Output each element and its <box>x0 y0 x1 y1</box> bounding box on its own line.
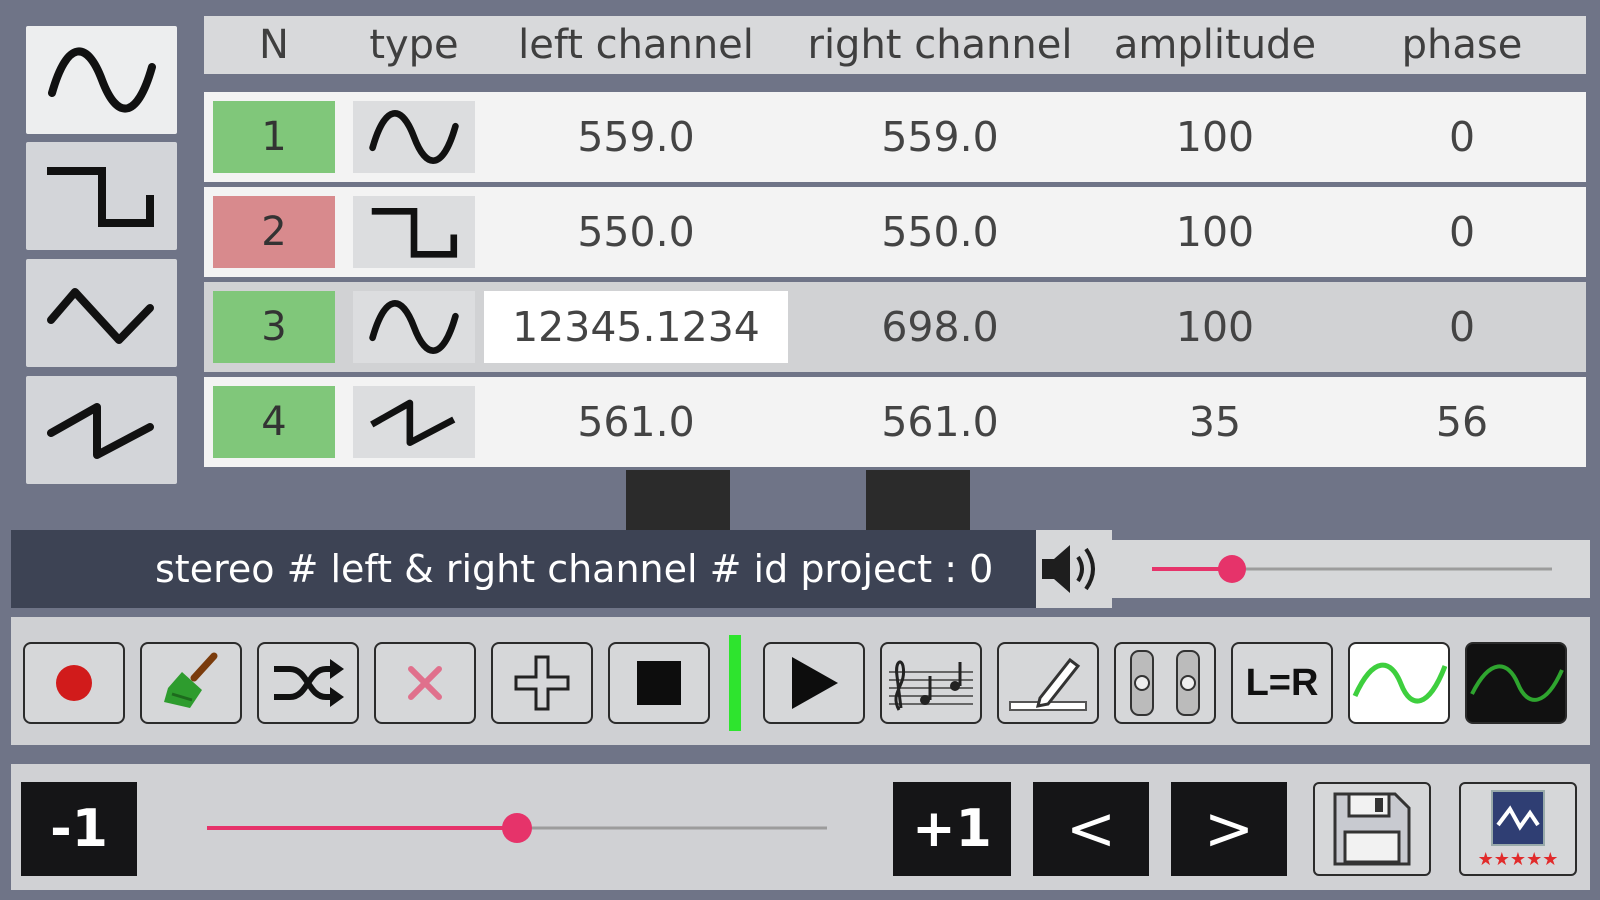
left-channel-cell[interactable]: 559.0 <box>484 113 788 161</box>
music-button[interactable] <box>880 642 982 724</box>
waveform-sawtooth-button[interactable] <box>26 376 177 484</box>
next-button[interactable]: > <box>1171 782 1287 876</box>
add-icon <box>514 655 570 711</box>
row-type-button[interactable] <box>353 291 475 363</box>
waveform-sine-button[interactable] <box>26 26 177 134</box>
lr-equal-button[interactable]: L=R <box>1231 642 1333 724</box>
table-header: N type left channel right channel amplit… <box>204 16 1586 74</box>
waveform-dark-button[interactable] <box>1465 642 1567 724</box>
sine-wave-icon <box>369 110 459 164</box>
waveform-triangle-button[interactable] <box>26 259 177 367</box>
table-row[interactable]: 4 561.0 561.0 35 56 <box>204 377 1586 467</box>
sawtooth-wave-icon <box>370 399 456 447</box>
rate-app-icon: ★★★★★ <box>1478 790 1559 870</box>
phase-cell[interactable]: 0 <box>1338 113 1586 161</box>
stop-button[interactable] <box>608 642 710 724</box>
status-text: stereo # left & right channel # id proje… <box>155 547 994 591</box>
volume-slider[interactable] <box>1112 540 1590 598</box>
background-decoration <box>626 470 730 530</box>
lr-sliders-icon <box>1130 650 1200 716</box>
header-type: type <box>369 22 459 68</box>
amplitude-cell[interactable]: 100 <box>1092 303 1338 351</box>
shuffle-icon <box>274 659 344 707</box>
shuffle-button[interactable] <box>257 642 359 724</box>
svg-text:★★★★★: ★★★★★ <box>1478 849 1559 870</box>
phase-cell[interactable]: 0 <box>1338 208 1586 256</box>
increment-button[interactable]: +1 <box>893 782 1011 876</box>
header-n: N <box>259 22 289 68</box>
delete-icon <box>408 666 442 700</box>
edit-button[interactable] <box>997 642 1099 724</box>
header-right-channel: right channel <box>807 22 1073 68</box>
volume-button[interactable] <box>1036 530 1112 608</box>
amplitude-cell[interactable]: 35 <box>1092 398 1338 446</box>
bottom-bar: -1 +1 < > ★★★★★ <box>11 764 1590 890</box>
play-icon <box>792 657 838 709</box>
right-channel-cell[interactable]: 559.0 <box>788 113 1092 161</box>
header-phase: phase <box>1401 22 1523 68</box>
header-amplitude: amplitude <box>1113 22 1317 68</box>
pencil-icon <box>1009 657 1087 711</box>
speaker-icon <box>1042 545 1095 593</box>
table-row-selected[interactable]: 3 12345.1234 698.0 100 0 <box>204 282 1586 372</box>
l-equals-r-icon: L=R <box>1245 661 1319 704</box>
save-button[interactable] <box>1313 782 1431 876</box>
status-bar: stereo # left & right channel # id proje… <box>11 530 1036 608</box>
save-icon <box>1333 792 1411 866</box>
position-slider-thumb[interactable] <box>502 813 532 843</box>
left-channel-cell[interactable]: 550.0 <box>484 208 788 256</box>
header-left-channel: left channel <box>518 22 754 68</box>
row-number-badge[interactable]: 2 <box>213 196 335 268</box>
row-number-badge[interactable]: 3 <box>213 291 335 363</box>
amplitude-cell[interactable]: 100 <box>1092 113 1338 161</box>
row-type-button[interactable] <box>353 386 475 458</box>
record-button[interactable] <box>23 642 125 724</box>
square-wave-icon <box>371 207 458 258</box>
triangle-wave-icon <box>46 288 154 344</box>
volume-slider-panel <box>1112 540 1590 598</box>
table-row[interactable]: 1 559.0 559.0 100 0 <box>204 92 1586 182</box>
right-channel-cell[interactable]: 698.0 <box>788 303 1092 351</box>
phase-cell[interactable]: 0 <box>1338 303 1586 351</box>
background-decoration <box>866 470 970 530</box>
right-channel-cell[interactable]: 561.0 <box>788 398 1092 446</box>
phase-cell[interactable]: 56 <box>1338 398 1586 446</box>
active-indicator <box>729 635 741 731</box>
channel-sliders-button[interactable] <box>1114 642 1216 724</box>
toolbar: L=R <box>11 617 1590 745</box>
row-type-button[interactable] <box>353 101 475 173</box>
row-number-badge[interactable]: 4 <box>213 386 335 458</box>
right-channel-cell[interactable]: 550.0 <box>788 208 1092 256</box>
record-icon <box>56 665 92 701</box>
volume-slider-thumb[interactable] <box>1218 555 1246 583</box>
sine-wave-icon <box>47 47 156 113</box>
left-channel-cell[interactable]: 561.0 <box>484 398 788 446</box>
waveform-light-button[interactable] <box>1348 642 1450 724</box>
add-button[interactable] <box>491 642 593 724</box>
position-slider[interactable] <box>187 790 847 866</box>
stop-icon <box>637 661 681 705</box>
sine-wave-icon <box>369 300 459 354</box>
decrement-button[interactable]: -1 <box>21 782 137 876</box>
row-type-button[interactable] <box>353 196 475 268</box>
rate-app-button[interactable]: ★★★★★ <box>1459 782 1577 876</box>
left-channel-input[interactable]: 12345.1234 <box>484 291 788 363</box>
clear-button[interactable] <box>140 642 242 724</box>
amplitude-cell[interactable]: 100 <box>1092 208 1338 256</box>
waveform-light-icon <box>1351 662 1447 706</box>
square-wave-icon <box>46 167 154 227</box>
waveform-dark-icon <box>1470 664 1564 702</box>
row-number-badge[interactable]: 1 <box>213 101 335 173</box>
sawtooth-wave-icon <box>46 403 154 459</box>
waveform-square-button[interactable] <box>26 142 177 250</box>
broom-icon <box>164 652 218 708</box>
music-notes-icon <box>889 660 973 711</box>
delete-button[interactable] <box>374 642 476 724</box>
table-row[interactable]: 2 550.0 550.0 100 0 <box>204 187 1586 277</box>
play-button[interactable] <box>763 642 865 724</box>
previous-button[interactable]: < <box>1033 782 1149 876</box>
